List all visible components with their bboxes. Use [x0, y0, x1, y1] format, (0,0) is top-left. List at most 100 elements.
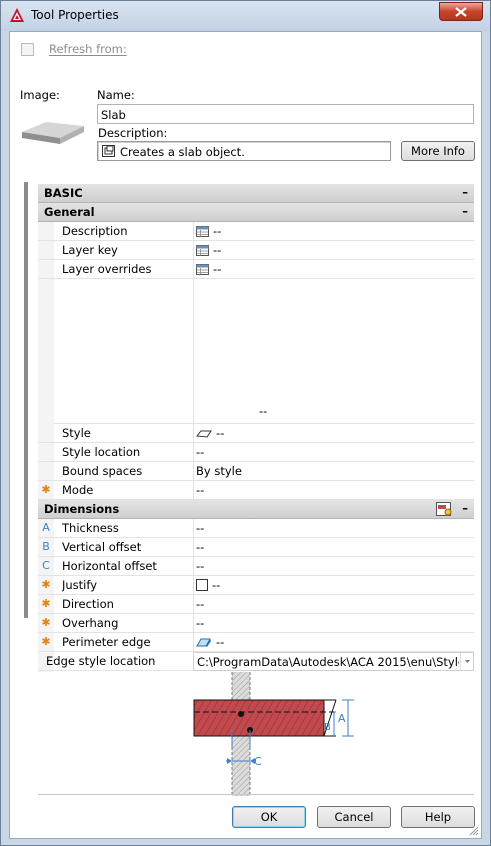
diagram-label-a: A — [338, 712, 346, 725]
slab-style-icon — [196, 430, 212, 438]
property-value-text: -- — [213, 224, 222, 238]
property-row[interactable]: Style -- — [38, 424, 474, 443]
description-field[interactable]: Creates a slab object. — [97, 141, 391, 161]
close-button[interactable] — [439, 2, 483, 21]
name-input[interactable]: Slab — [97, 104, 474, 124]
dimension-letter: A — [42, 521, 50, 534]
property-value[interactable]: -- — [196, 578, 466, 592]
property-row[interactable]: Style location -- — [38, 443, 474, 462]
property-value[interactable]: -- — [196, 262, 466, 276]
title-bar[interactable]: Tool Properties — [1, 1, 490, 31]
property-row[interactable]: Layer overrides -- — [38, 260, 474, 279]
category-basic[interactable]: BASIC – — [38, 184, 474, 203]
window-title: Tool Properties — [31, 8, 119, 22]
slab-image[interactable] — [20, 116, 86, 148]
footer-divider — [38, 794, 474, 795]
tool-properties-window: Tool Properties Refresh from: Image: Nam… — [0, 0, 491, 846]
table-icon — [196, 264, 209, 275]
dimension-letter: C — [42, 559, 50, 572]
ok-button[interactable]: OK — [232, 806, 306, 828]
property-row[interactable]: ✱ Direction -- — [38, 595, 474, 614]
property-row[interactable]: ✱ Mode -- — [38, 481, 474, 500]
property-row[interactable]: ✱ Overhang -- — [38, 614, 474, 633]
refresh-label: Refresh from: — [49, 42, 127, 56]
property-name: Perimeter edge — [62, 635, 151, 649]
property-value-text: -- — [213, 243, 222, 257]
collapse-icon[interactable]: – — [462, 501, 468, 515]
edge-style-location-dropdown[interactable]: C:\ProgramData\Autodesk\ACA 2015\enu\Sty… — [193, 652, 474, 671]
property-row[interactable]: A Thickness -- — [38, 519, 474, 538]
dropdown-arrow[interactable] — [460, 653, 473, 670]
property-name: Overhang — [62, 616, 119, 630]
property-row[interactable]: Edge style location C:\ProgramData\Autod… — [38, 652, 474, 671]
property-value-text: -- — [213, 262, 222, 276]
property-name: Vertical offset — [62, 540, 142, 554]
refresh-checkbox[interactable] — [21, 43, 34, 56]
show-diagram-icon[interactable] — [436, 501, 452, 517]
help-button[interactable]: Help — [401, 806, 475, 828]
property-name: Thickness — [62, 521, 119, 535]
property-name: Layer key — [62, 243, 118, 257]
property-name: Style location — [62, 445, 141, 459]
property-name: Layer overrides — [62, 262, 152, 276]
property-name: Direction — [62, 597, 114, 611]
required-icon: ✱ — [41, 578, 51, 591]
property-value-text[interactable]: By style — [196, 464, 466, 478]
chevron-down-icon — [465, 660, 470, 663]
category-dimensions[interactable]: Dimensions – — [38, 500, 474, 519]
cancel-button[interactable]: Cancel — [317, 806, 391, 828]
property-row[interactable]: C Horizontal offset -- — [38, 557, 474, 576]
required-icon: ✱ — [41, 597, 51, 610]
table-icon — [196, 226, 209, 237]
collapse-icon[interactable]: – — [462, 185, 468, 199]
property-name: Description — [62, 224, 128, 238]
name-label: Name: — [97, 88, 135, 102]
property-preview-cell[interactable]: -- — [54, 279, 474, 424]
required-icon: ✱ — [41, 635, 51, 648]
property-row[interactable]: Layer key -- — [38, 241, 474, 260]
palette-scrollbar[interactable] — [24, 182, 28, 618]
dimension-letter: B — [42, 540, 50, 553]
property-value[interactable]: -- — [196, 635, 466, 649]
square-icon — [196, 579, 208, 591]
property-value-text[interactable]: -- — [196, 540, 466, 554]
diagram-label-b: B — [324, 722, 331, 733]
close-icon — [455, 7, 467, 17]
property-row[interactable]: Bound spaces By style — [38, 462, 474, 481]
required-icon: ✱ — [41, 616, 51, 629]
property-value-text: -- — [216, 635, 225, 649]
property-name: Bound spaces — [62, 464, 143, 478]
property-row[interactable]: ✱ Perimeter edge -- — [38, 633, 474, 652]
property-value-text[interactable]: -- — [196, 445, 466, 459]
description-value: Creates a slab object. — [120, 145, 245, 159]
edge-style-location-value: C:\ProgramData\Autodesk\ACA 2015\enu\Sty… — [197, 655, 459, 669]
property-name: Mode — [62, 483, 94, 497]
property-value-text: -- — [216, 426, 225, 440]
category-general[interactable]: General – — [38, 203, 474, 222]
table-icon — [196, 245, 209, 256]
property-value[interactable]: -- — [196, 426, 466, 440]
property-row[interactable]: ✱ Justify -- — [38, 576, 474, 595]
edit-text-icon[interactable] — [102, 145, 115, 157]
description-label: Description: — [98, 126, 168, 140]
property-grid: BASIC – General – Description -- Layer k… — [38, 184, 474, 796]
property-row[interactable]: B Vertical offset -- — [38, 538, 474, 557]
property-name: Style — [62, 426, 91, 440]
collapse-icon[interactable]: – — [462, 204, 468, 218]
property-value-text[interactable]: -- — [196, 521, 466, 535]
property-value-text[interactable]: -- — [196, 483, 466, 497]
dialog-body: Refresh from: Image: Name: Slab Descript… — [9, 31, 482, 839]
more-info-button[interactable]: More Info — [401, 141, 475, 161]
property-value[interactable]: -- — [196, 224, 466, 238]
property-value-text: -- — [259, 404, 268, 418]
property-row[interactable]: Description -- — [38, 222, 474, 241]
property-value-text[interactable]: -- — [196, 559, 466, 573]
category-dimensions-label: Dimensions — [44, 502, 120, 516]
autocad-app-icon — [10, 8, 24, 22]
property-name: Edge style location — [46, 654, 156, 668]
property-value-text[interactable]: -- — [196, 616, 466, 630]
resize-grip-icon[interactable] — [469, 826, 479, 836]
property-value-text[interactable]: -- — [196, 597, 466, 611]
property-value-text: -- — [212, 578, 221, 592]
property-value[interactable]: -- — [196, 243, 466, 257]
